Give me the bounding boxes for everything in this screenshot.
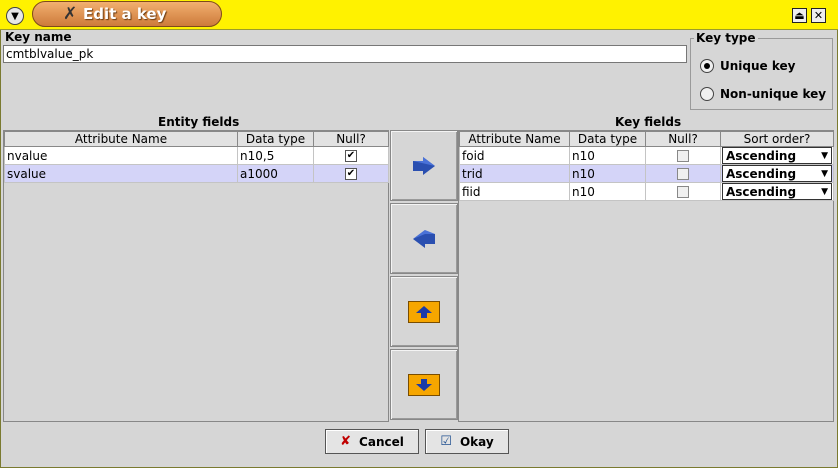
sort-order-cell[interactable]: Ascending ▼ [720,164,834,183]
null-cell[interactable]: ✔ [313,146,389,165]
data-type-cell[interactable]: n10 [569,164,646,183]
table-header-row: Attribute Name Data type Null? Sort orde… [459,131,834,147]
window-title: Edit a key [83,5,167,23]
null-checkbox-unchecked[interactable] [677,168,689,180]
column-header[interactable]: Data type [237,131,314,147]
sort-order-value: Ascending [726,166,797,181]
sort-order-dropdown[interactable]: Ascending ▼ [722,183,832,200]
eject-icon[interactable]: ⏏ [792,8,807,23]
cancel-button[interactable]: ✘ Cancel [325,429,419,454]
null-cell[interactable] [645,182,721,201]
entity-fields-table: Attribute Name Data type Null? nvalue n1… [4,131,389,183]
window-title-tab[interactable]: ✗ Edit a key [32,1,222,27]
sort-order-dropdown[interactable]: Ascending ▼ [722,165,832,182]
chevron-down-icon[interactable]: ▼ [821,151,828,161]
null-cell[interactable] [645,146,721,165]
table-row[interactable]: fiid n10 Ascending ▼ [459,182,834,201]
sort-order-value: Ascending [726,184,797,199]
okay-label: Okay [459,434,494,449]
arrow-right-icon [413,156,435,175]
attribute-name-cell[interactable]: foid [459,146,570,165]
table-header-row: Attribute Name Data type Null? [4,131,389,147]
null-checkbox-unchecked[interactable] [677,150,689,162]
non-unique-key-label: Non-unique key [720,87,827,101]
close-icon[interactable]: ✕ [811,8,826,23]
data-type-cell[interactable]: n10 [569,182,646,201]
column-header[interactable]: Null? [313,131,389,147]
column-header[interactable]: Null? [645,131,721,147]
null-cell[interactable] [645,164,721,183]
arrow-up-icon [408,300,440,323]
key-fields-table: Attribute Name Data type Null? Sort orde… [459,131,834,201]
key-name-label: Key name [5,30,72,44]
key-fields-panel[interactable]: Attribute Name Data type Null? Sort orde… [458,130,834,422]
attribute-name-cell[interactable]: svalue [4,164,238,183]
chevron-down-icon[interactable]: ▼ [821,169,828,179]
cancel-label: Cancel [359,434,404,449]
tools-icon: ✗ [63,4,78,24]
okay-button[interactable]: ☑ Okay [425,429,509,454]
radio-unselected-icon[interactable] [700,87,714,101]
remove-from-key-button[interactable] [390,203,458,274]
move-down-button[interactable] [390,349,458,420]
attribute-name-cell[interactable]: fiid [459,182,570,201]
attribute-name-cell[interactable]: trid [459,164,570,183]
entity-fields-panel[interactable]: Attribute Name Data type Null? nvalue n1… [3,130,389,422]
null-checkbox-checked[interactable]: ✔ [345,150,357,162]
chevron-down-icon[interactable]: ▼ [6,7,24,25]
column-header[interactable]: Attribute Name [459,131,570,147]
move-up-button[interactable] [390,276,458,347]
sort-order-cell[interactable]: Ascending ▼ [720,146,834,165]
key-name-input[interactable] [3,45,687,63]
data-type-cell[interactable]: n10 [569,146,646,165]
table-row[interactable]: nvalue n10,5 ✔ [4,146,389,165]
null-checkbox-checked[interactable]: ✔ [345,168,357,180]
attribute-name-cell[interactable]: nvalue [4,146,238,165]
data-type-cell[interactable]: a1000 [237,164,314,183]
cancel-icon: ✘ [340,434,352,449]
null-cell[interactable]: ✔ [313,164,389,183]
key-type-legend: Key type [694,31,758,45]
entity-fields-title: Entity fields [158,115,240,129]
table-row-selected[interactable]: trid n10 Ascending ▼ [459,164,834,183]
chevron-down-icon[interactable]: ▼ [821,187,828,197]
null-checkbox-unchecked[interactable] [677,186,689,198]
data-type-cell[interactable]: n10,5 [237,146,314,165]
key-fields-title: Key fields [615,115,682,129]
unique-key-label: Unique key [720,59,796,73]
column-header[interactable]: Sort order? [720,131,834,147]
non-unique-key-radio[interactable]: Non-unique key [700,87,826,101]
sort-order-dropdown[interactable]: Ascending ▼ [722,147,832,164]
table-row-selected[interactable]: svalue a1000 ✔ [4,164,389,183]
arrow-down-icon [408,373,440,396]
add-to-key-button[interactable] [390,130,458,201]
table-row[interactable]: foid n10 Ascending ▼ [459,146,834,165]
column-header[interactable]: Attribute Name [4,131,238,147]
unique-key-radio[interactable]: Unique key [700,59,795,73]
sort-order-cell[interactable]: Ascending ▼ [720,182,834,201]
arrow-left-icon [413,229,435,248]
sort-order-value: Ascending [726,148,797,163]
radio-selected-icon[interactable] [700,59,714,73]
checkmark-icon: ☑ [440,434,452,449]
column-header[interactable]: Data type [569,131,646,147]
